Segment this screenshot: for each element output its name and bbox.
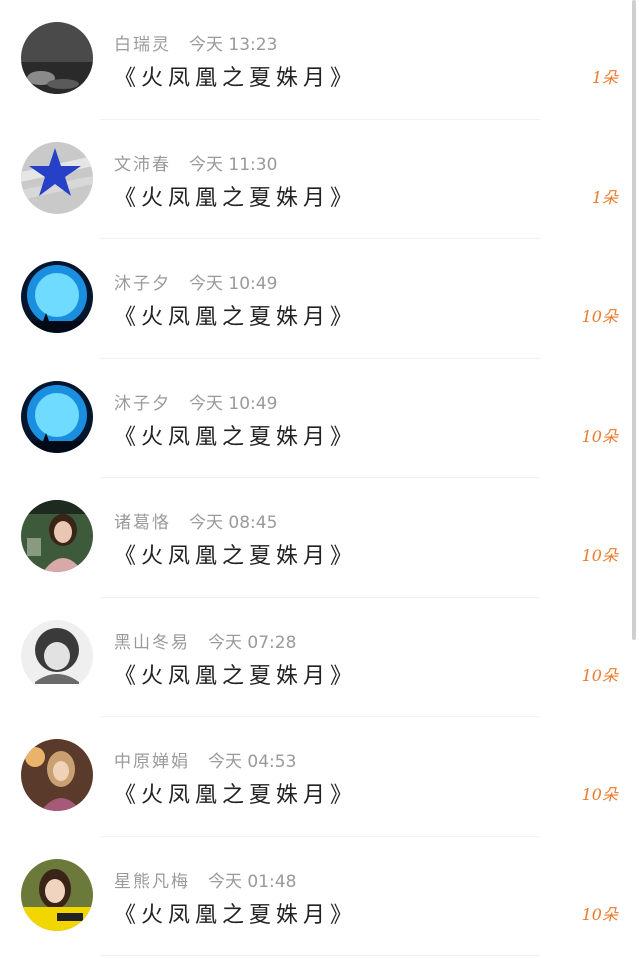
avatar-blue-moon-icon[interactable] — [21, 261, 93, 333]
flower-count: 10朵 — [581, 665, 618, 685]
gift-title: 《火凤凰之夏姝月》 — [114, 544, 358, 569]
sender-name: 中原婵娟 — [114, 752, 190, 772]
avatar-girl-photo-icon[interactable] — [21, 500, 93, 572]
sender-meta: 星熊凡梅 今天 01:48 — [114, 867, 296, 892]
sender-meta: 沐子夕 今天 10:49 — [114, 389, 277, 414]
list-item[interactable]: 文沛春 今天 11:30 《火凤凰之夏姝月》 1朵 — [0, 120, 640, 239]
list-item[interactable]: 沐子夕 今天 10:49 《火凤凰之夏姝月》 10朵 — [0, 239, 640, 359]
gift-title: 《火凤凰之夏姝月》 — [114, 305, 358, 330]
scrollbar[interactable] — [632, 0, 636, 640]
list-item[interactable]: 中原婵娟 今天 04:53 《火凤凰之夏姝月》 10朵 — [0, 717, 640, 837]
send-time: 今天 04:53 — [208, 752, 297, 772]
sender-name: 黑山冬易 — [114, 632, 190, 653]
list-item[interactable]: 白瑞灵 今天 13:23 《火凤凰之夏姝月》 1朵 — [0, 0, 640, 120]
gift-title: 《火凤凰之夏姝月》 — [114, 663, 358, 689]
flower-count: 10朵 — [581, 546, 618, 565]
sender-name: 白瑞灵 — [114, 35, 171, 55]
flower-count: 1朵 — [591, 68, 618, 87]
avatar-yellow-banner-icon[interactable] — [21, 858, 93, 931]
send-time: 今天 13:23 — [189, 35, 278, 55]
flower-count: 1朵 — [591, 187, 618, 207]
gift-title: 《火凤凰之夏姝月》 — [114, 185, 358, 211]
sender-meta: 中原婵娟 今天 04:53 — [114, 747, 296, 772]
sender-name: 星熊凡梅 — [114, 871, 190, 892]
avatar-warm-photo-icon[interactable] — [21, 739, 93, 811]
list-item[interactable]: 黑山冬易 今天 07:28 《火凤凰之夏姝月》 10朵 — [0, 598, 640, 717]
send-time: 今天 01:48 — [208, 871, 297, 892]
avatar-blue-moon-icon[interactable] — [21, 380, 93, 453]
list-item[interactable]: 诸葛恪 今天 08:45 《火凤凰之夏姝月》 10朵 — [0, 478, 640, 598]
sender-meta: 沐子夕 今天 10:49 — [114, 269, 277, 294]
sender-name: 诸葛恪 — [114, 513, 171, 533]
sender-name: 沐子夕 — [114, 393, 171, 414]
gift-title: 《火凤凰之夏姝月》 — [114, 783, 358, 808]
avatar-dark-photo-icon[interactable] — [21, 22, 93, 94]
flower-count: 10朵 — [581, 904, 618, 924]
list-item[interactable]: 沐子夕 今天 10:49 《火凤凰之夏姝月》 10朵 — [0, 359, 640, 478]
flower-count: 10朵 — [581, 785, 618, 804]
list-item[interactable]: 星熊凡梅 今天 01:48 《火凤凰之夏姝月》 10朵 — [0, 837, 640, 956]
avatar-bw-girl-icon[interactable] — [21, 619, 93, 692]
send-time: 今天 11:30 — [189, 154, 278, 175]
flower-count: 10朵 — [581, 307, 618, 326]
sender-meta: 白瑞灵 今天 13:23 — [114, 30, 277, 55]
sender-name: 沐子夕 — [114, 274, 171, 294]
sender-meta: 诸葛恪 今天 08:45 — [114, 508, 277, 533]
gift-title: 《火凤凰之夏姝月》 — [114, 424, 358, 450]
avatar-blue-star-icon[interactable] — [21, 141, 93, 214]
send-time: 今天 08:45 — [189, 513, 278, 533]
send-time: 今天 10:49 — [189, 393, 278, 414]
sender-name: 文沛春 — [114, 154, 171, 175]
sender-meta: 黑山冬易 今天 07:28 — [114, 628, 296, 653]
send-time: 今天 10:49 — [189, 274, 278, 294]
gift-record-list: 白瑞灵 今天 13:23 《火凤凰之夏姝月》 1朵 文沛春 今天 11:30 《火凤… — [0, 0, 640, 956]
gift-title: 《火凤凰之夏姝月》 — [114, 902, 358, 928]
sender-meta: 文沛春 今天 11:30 — [114, 150, 277, 175]
row-divider — [100, 955, 540, 956]
send-time: 今天 07:28 — [208, 632, 297, 653]
flower-count: 10朵 — [581, 426, 618, 446]
gift-title: 《火凤凰之夏姝月》 — [114, 66, 358, 91]
